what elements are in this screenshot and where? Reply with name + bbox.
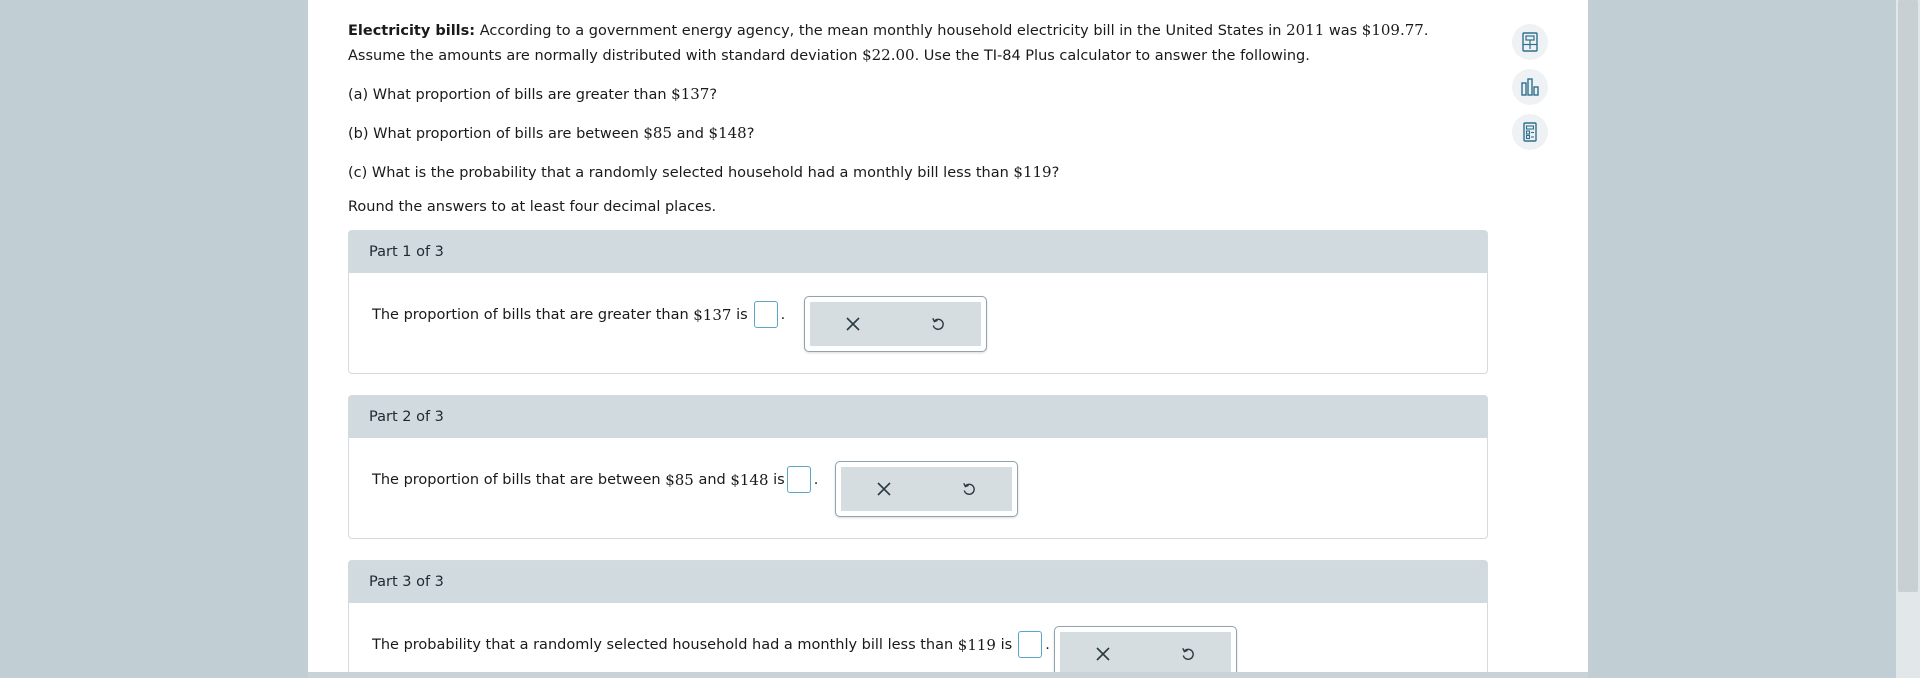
- prompt-text: is: [1000, 636, 1013, 653]
- problem-text: was: [1328, 23, 1358, 39]
- prompt-text: is: [736, 306, 748, 323]
- prompt-text: The proportion of bills that are greater…: [372, 306, 689, 323]
- part-2-card: Part 2 of 3 The proportion of bills that…: [348, 395, 1488, 539]
- prompt-value: $85: [665, 470, 694, 489]
- question-value: $85: [643, 124, 673, 142]
- question-value: $137: [671, 85, 710, 103]
- question-value: $148: [708, 124, 747, 142]
- prompt-text: is: [773, 471, 785, 488]
- question-text: ?: [709, 87, 718, 103]
- assignment-page: Electricity bills: According to a govern…: [308, 0, 1588, 678]
- part-2-tool-panel: [835, 461, 1018, 517]
- prompt-value: $148: [730, 470, 769, 489]
- data-table-button[interactable]: [1512, 114, 1548, 150]
- mean-value: $109.77: [1361, 21, 1424, 39]
- year-value: 2011: [1286, 21, 1325, 39]
- question-text: (c) What is the probability that a rando…: [348, 165, 1009, 181]
- question-text: and: [676, 126, 704, 142]
- problem-content: Electricity bills: According to a govern…: [348, 18, 1488, 219]
- problem-text: amounts are normally distributed with st…: [438, 48, 858, 64]
- calculator-icon: [1522, 32, 1538, 52]
- question-text: (a) What proportion of bills are greater…: [348, 87, 667, 103]
- question-text: ?: [746, 126, 755, 142]
- close-icon: [877, 482, 891, 496]
- part-2-prompt: The proportion of bills that are between…: [372, 466, 818, 493]
- part-1-body: The proportion of bills that are greater…: [349, 273, 1487, 373]
- undo-button[interactable]: [1168, 634, 1208, 674]
- close-icon: [1096, 647, 1110, 661]
- tool-panel-inner: [1060, 632, 1231, 676]
- prompt-text: The proportion of bills that are between: [372, 471, 661, 488]
- undo-icon: [932, 317, 945, 330]
- clear-button[interactable]: [833, 304, 873, 344]
- page-bottom-edge: [308, 672, 1588, 678]
- undo-button[interactable]: [918, 304, 958, 344]
- part-3-header: Part 3 of 3: [349, 561, 1487, 603]
- tool-panel-inner: [810, 302, 981, 346]
- part-1-header: Part 1 of 3: [349, 231, 1487, 273]
- scrollbar-thumb[interactable]: [1898, 0, 1918, 592]
- chart-button[interactable]: [1512, 69, 1548, 105]
- question-c: (c) What is the probability that a rando…: [348, 160, 1488, 185]
- question-text: ?: [1051, 165, 1060, 181]
- problem-statement: Electricity bills: According to a govern…: [348, 18, 1488, 68]
- part-3-card: Part 3 of 3 The probability that a rando…: [348, 560, 1488, 678]
- problem-text: . Use the TI-84 Plus calculator to answe…: [914, 48, 1310, 64]
- clear-button[interactable]: [864, 469, 904, 509]
- part-2-body: The proportion of bills that are between…: [349, 438, 1487, 538]
- undo-button[interactable]: [949, 469, 989, 509]
- side-toolbar: [1512, 24, 1552, 159]
- question-value: $119: [1013, 163, 1052, 181]
- question-a: (a) What proportion of bills are greater…: [348, 82, 1488, 107]
- sd-value: $22.00: [862, 46, 915, 64]
- bar-chart-icon: [1521, 78, 1539, 96]
- prompt-text: The probability that a randomly selected…: [372, 636, 954, 653]
- close-icon: [846, 317, 860, 331]
- problem-title: Electricity bills:: [348, 23, 476, 39]
- part-1-card: Part 1 of 3 The proportion of bills that…: [348, 230, 1488, 374]
- part-3-tool-panel: [1054, 626, 1237, 678]
- vertical-scrollbar[interactable]: [1896, 0, 1920, 678]
- prompt-text: and: [698, 471, 726, 488]
- undo-icon: [1182, 647, 1195, 660]
- prompt-value: $137: [693, 305, 732, 324]
- prompt-value: $119: [957, 635, 996, 654]
- tool-panel-inner: [841, 467, 1012, 511]
- rounding-instruction: Round the answers to at least four decim…: [348, 199, 717, 215]
- part-3-answer-input[interactable]: [1018, 631, 1043, 658]
- part-2-answer-input[interactable]: [786, 466, 811, 493]
- part-3-prompt: The probability that a randomly selected…: [372, 631, 1050, 658]
- part-1-answer-input[interactable]: [753, 301, 778, 328]
- problem-text: According to a government energy agency,…: [479, 23, 1282, 39]
- data-table-icon: [1523, 122, 1537, 142]
- part-3-body: The probability that a randomly selected…: [349, 603, 1487, 678]
- part-1-tool-panel: [804, 296, 987, 352]
- undo-icon: [963, 482, 976, 495]
- part-1-prompt: The proportion of bills that are greater…: [372, 301, 785, 328]
- calculator-button[interactable]: [1512, 24, 1548, 60]
- part-2-header: Part 2 of 3: [349, 396, 1487, 438]
- clear-button[interactable]: [1083, 634, 1123, 674]
- question-b: (b) What proportion of bills are between…: [348, 121, 1488, 146]
- question-text: (b) What proportion of bills are between: [348, 126, 639, 142]
